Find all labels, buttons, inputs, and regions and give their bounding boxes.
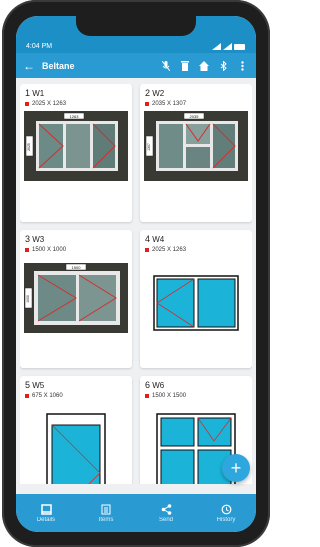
window-drawing	[46, 413, 106, 484]
card-number: 4	[145, 234, 151, 244]
window-photo: 1263 2025	[24, 111, 128, 181]
top-measure: 1500	[72, 265, 82, 270]
bottom-nav: Details Items Send History	[16, 494, 256, 532]
window-card[interactable]: 4 W4 2025 X 1263	[140, 230, 252, 368]
window-card[interactable]: 3 W3 1500 X 1000 1500 1000	[20, 230, 132, 368]
nav-label: Details	[36, 516, 56, 523]
battery-icon	[234, 43, 245, 50]
card-dimensions: 2035 X 1307	[140, 98, 252, 107]
status-dot	[145, 248, 149, 252]
signal-icon	[212, 43, 221, 50]
status-dot	[25, 102, 29, 106]
window-card[interactable]: 5 W5 675 X 1060	[20, 376, 132, 484]
card-size: 675 X 1060	[32, 393, 63, 399]
phone-frame: 4:04 PM ← Beltane 1 W1 2025 X 1263 1263 …	[2, 0, 270, 547]
add-button[interactable]: +	[222, 454, 250, 482]
window-photo: 1500 1000	[24, 263, 128, 333]
status-dot	[145, 102, 149, 106]
bluetooth-icon[interactable]	[218, 60, 228, 71]
card-header: 2 W2	[140, 84, 252, 98]
card-name: W5	[32, 381, 45, 390]
window-photo: 2035 1307	[144, 111, 248, 181]
card-header: 6 W6	[140, 376, 252, 390]
card-header: 3 W3	[20, 230, 132, 244]
details-icon	[40, 503, 52, 515]
card-name: W3	[32, 235, 45, 244]
page-title: Beltane	[42, 60, 75, 71]
history-icon	[221, 504, 231, 514]
card-dimensions: 2025 X 1263	[140, 244, 252, 253]
status-dot	[25, 394, 29, 398]
status-dot	[145, 394, 149, 398]
window-card[interactable]: 2 W2 2035 X 1307 2035 1307	[140, 84, 252, 222]
nav-label: Send	[158, 516, 173, 523]
card-size: 2025 X 1263	[152, 247, 187, 253]
more-vert-icon[interactable]	[237, 60, 247, 71]
nav-label: History	[216, 516, 236, 523]
status-time: 4:04 PM	[26, 43, 53, 50]
window-card[interactable]: 1 W1 2025 X 1263 1263 2025	[20, 84, 132, 222]
card-size: 1500 X 1500	[152, 393, 187, 399]
nav-items[interactable]: Items	[76, 494, 136, 532]
card-number: 3	[25, 234, 31, 244]
card-number: 6	[145, 380, 151, 390]
share-icon	[161, 503, 171, 515]
side-measure: 1307	[147, 143, 151, 151]
side-measure: 2025	[27, 143, 31, 151]
top-measure: 2035	[190, 114, 200, 119]
nav-details[interactable]: Details	[16, 494, 76, 532]
window-grid: 1 W1 2025 X 1263 1263 2025 2 W2 2035 X 1…	[20, 84, 252, 484]
card-name: W1	[32, 89, 45, 98]
screen: 4:04 PM ← Beltane 1 W1 2025 X 1263 1263 …	[16, 16, 256, 532]
top-measure: 1263	[70, 114, 80, 119]
app-bar: ← Beltane	[16, 53, 256, 78]
card-number: 2	[145, 88, 151, 98]
appbar-actions	[161, 60, 247, 71]
card-dimensions: 1500 X 1500	[140, 390, 252, 399]
nav-send[interactable]: Send	[136, 494, 196, 532]
card-size: 2035 X 1307	[152, 101, 187, 107]
window-drawing	[153, 275, 239, 331]
card-dimensions: 675 X 1060	[20, 390, 132, 399]
nav-history[interactable]: History	[196, 494, 256, 532]
card-header: 5 W5	[20, 376, 132, 390]
back-arrow-icon[interactable]: ←	[16, 59, 42, 73]
card-name: W6	[152, 381, 165, 390]
home-icon[interactable]	[199, 60, 209, 71]
card-header: 1 W1	[20, 84, 132, 98]
card-name: W4	[152, 235, 165, 244]
items-icon	[101, 504, 111, 514]
card-dimensions: 1500 X 1000	[20, 244, 132, 253]
card-header: 4 W4	[140, 230, 252, 244]
card-dimensions: 2025 X 1263	[20, 98, 132, 107]
card-number: 1	[25, 88, 31, 98]
signal-icon-2	[223, 43, 232, 50]
card-size: 2025 X 1263	[32, 101, 67, 107]
status-dot	[25, 248, 29, 252]
nav-label: Items	[98, 516, 114, 523]
card-name: W2	[152, 89, 165, 98]
status-icons	[212, 43, 246, 50]
card-number: 5	[25, 380, 31, 390]
delete-icon[interactable]	[180, 60, 190, 71]
card-size: 1500 X 1000	[32, 247, 67, 253]
side-measure: 1000	[26, 295, 30, 303]
mic-off-icon[interactable]	[161, 60, 171, 71]
notch	[76, 16, 196, 36]
